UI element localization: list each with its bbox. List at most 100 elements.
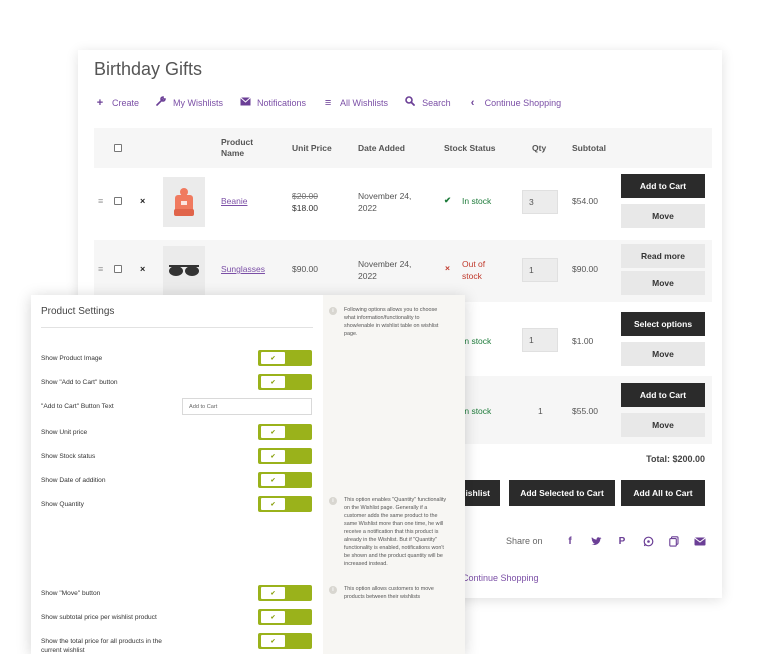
product-name-link[interactable]: Beanie bbox=[221, 196, 247, 206]
drag-handle-icon[interactable]: ≡ bbox=[98, 196, 103, 206]
add-to-cart-button[interactable]: Add to Cart bbox=[621, 383, 705, 407]
row-checkbox[interactable] bbox=[114, 197, 122, 207]
show-quantity-toggle[interactable]: ✔ bbox=[258, 496, 312, 512]
show-product-image-toggle[interactable]: ✔ bbox=[258, 350, 312, 366]
add-all-to-cart-button[interactable]: Add All to Cart bbox=[621, 480, 705, 506]
show-subtotal-toggle[interactable]: ✔ bbox=[258, 609, 312, 625]
setting-label: Show the total price for all products in… bbox=[41, 638, 162, 654]
show-date-of-addition-toggle[interactable]: ✔ bbox=[258, 472, 312, 488]
nav-all-wishlists[interactable]: ≡ All Wishlists bbox=[322, 96, 388, 109]
show-unit-price-toggle[interactable]: ✔ bbox=[258, 424, 312, 440]
col-qty: Qty bbox=[532, 143, 547, 153]
stock-status: In stock bbox=[462, 196, 492, 206]
nav-my-wishlists[interactable]: My Wishlists bbox=[155, 96, 223, 109]
setting-label: Show Stock status bbox=[41, 453, 96, 460]
continue-shopping-link[interactable]: Continue Shopping bbox=[462, 573, 539, 583]
nav-create-label: Create bbox=[112, 97, 140, 108]
add-selected-to-cart-button[interactable]: Add Selected to Cart bbox=[509, 480, 615, 506]
add-to-cart-button[interactable]: Add to Cart bbox=[621, 174, 705, 198]
quantity-input[interactable]: 3 bbox=[522, 190, 558, 214]
product-thumbnail[interactable] bbox=[163, 177, 205, 227]
date-added: November 24, 2022 bbox=[358, 191, 412, 213]
nav-my-wishlists-label: My Wishlists bbox=[173, 97, 224, 108]
help-note: i This option enables "Quantity" functio… bbox=[329, 496, 450, 568]
setting-label: Show subtotal price per wishlist product bbox=[41, 614, 157, 621]
check-icon: ✔ bbox=[261, 611, 285, 623]
email-icon[interactable] bbox=[693, 534, 707, 548]
whatsapp-icon[interactable] bbox=[641, 534, 655, 548]
wishlist-total: Total: $200.00 bbox=[646, 454, 705, 464]
move-button[interactable]: Move bbox=[621, 413, 705, 437]
info-icon: i bbox=[329, 586, 337, 594]
date-added: November 24, 2022 bbox=[358, 259, 412, 281]
col-product-name: Product Name bbox=[221, 137, 254, 158]
setting-label: Show "Move" button bbox=[41, 590, 101, 597]
unit-price: $90.00 bbox=[292, 264, 318, 274]
quantity-input[interactable]: 1 bbox=[522, 328, 558, 352]
subtotal: $1.00 bbox=[572, 336, 594, 346]
product-thumbnail[interactable] bbox=[163, 246, 205, 296]
drag-handle-icon[interactable]: ≡ bbox=[98, 264, 103, 274]
help-note: i Following options allows you to choose… bbox=[329, 306, 450, 338]
info-icon: i bbox=[329, 497, 337, 505]
stock-status: Out of stock bbox=[462, 259, 486, 281]
wishlist-title: Birthday Gifts bbox=[94, 59, 203, 79]
nav-search-label: Search bbox=[422, 97, 451, 108]
facebook-icon[interactable]: f bbox=[563, 534, 577, 548]
setting-label: "Add to Cart" Button Text bbox=[41, 403, 114, 410]
quantity-input[interactable]: 1 bbox=[522, 258, 558, 282]
unit-price: $20.00 $18.00 bbox=[292, 190, 318, 214]
copy-icon[interactable] bbox=[667, 534, 681, 548]
search-icon bbox=[404, 96, 416, 109]
select-all-checkbox[interactable] bbox=[114, 128, 122, 168]
envelope-icon bbox=[239, 96, 251, 109]
product-settings-panel: Product Settings Show Product Image ✔ Sh… bbox=[31, 295, 465, 654]
show-total-price-toggle[interactable]: ✔ bbox=[258, 633, 312, 649]
list-icon: ≡ bbox=[324, 96, 332, 109]
move-button[interactable]: Move bbox=[621, 271, 705, 295]
remove-icon[interactable]: × bbox=[140, 264, 145, 274]
nav-all-wishlists-label: All Wishlists bbox=[340, 97, 389, 108]
subtotal: $54.00 bbox=[572, 196, 598, 206]
setting-label: Show Product Image bbox=[41, 355, 103, 362]
select-options-button[interactable]: Select options bbox=[621, 312, 705, 336]
row-checkbox[interactable] bbox=[114, 265, 122, 275]
wrench-icon bbox=[155, 96, 167, 109]
move-button[interactable]: Move bbox=[621, 342, 705, 366]
quantity-value: 1 bbox=[538, 406, 543, 416]
divider bbox=[41, 327, 313, 328]
show-stock-status-toggle[interactable]: ✔ bbox=[258, 448, 312, 464]
setting-label: Show Unit price bbox=[41, 429, 88, 436]
table-row: ≡ × Sunglasses $90.00 November 24, 2022 … bbox=[94, 240, 712, 302]
check-icon: ✔ bbox=[444, 195, 452, 205]
wishlist-nav: + Create My Wishlists Notifications ≡ Al… bbox=[94, 96, 577, 109]
add-to-cart-text-input[interactable]: Add to Cart bbox=[182, 398, 312, 415]
twitter-icon[interactable] bbox=[589, 534, 603, 548]
show-add-to-cart-toggle[interactable]: ✔ bbox=[258, 374, 312, 390]
settings-column: Product Settings Show Product Image ✔ Sh… bbox=[31, 295, 323, 654]
check-icon: ✔ bbox=[261, 587, 285, 599]
check-icon: ✔ bbox=[261, 376, 285, 388]
setting-label: Show Date of addition bbox=[41, 477, 106, 484]
check-icon: ✔ bbox=[261, 450, 285, 462]
stock-status: In stock bbox=[462, 406, 492, 416]
nav-notifications-label: Notifications bbox=[257, 97, 307, 108]
col-subtotal: Subtotal bbox=[572, 143, 606, 153]
pinterest-icon[interactable]: P bbox=[615, 534, 629, 548]
col-stock-status: Stock Status bbox=[444, 143, 496, 153]
settings-help-column: i Following options allows you to choose… bbox=[323, 295, 465, 654]
move-button[interactable]: Move bbox=[621, 204, 705, 228]
share-label: Share on bbox=[506, 536, 543, 546]
help-note: i This option allows customers to move p… bbox=[329, 585, 450, 601]
nav-create[interactable]: + Create bbox=[94, 96, 139, 109]
nav-search[interactable]: Search bbox=[404, 96, 451, 109]
read-more-button[interactable]: Read more bbox=[621, 244, 705, 268]
help-text: This option enables "Quantity" functiona… bbox=[344, 497, 447, 567]
nav-notifications[interactable]: Notifications bbox=[239, 96, 306, 109]
nav-continue-shopping[interactable]: ‹ Continue Shopping bbox=[467, 96, 561, 109]
remove-icon[interactable]: × bbox=[140, 196, 145, 206]
show-move-button-toggle[interactable]: ✔ bbox=[258, 585, 312, 601]
product-name-link[interactable]: Sunglasses bbox=[221, 264, 265, 274]
setting-label: Show Quantity bbox=[41, 501, 84, 508]
settings-title: Product Settings bbox=[41, 306, 115, 317]
